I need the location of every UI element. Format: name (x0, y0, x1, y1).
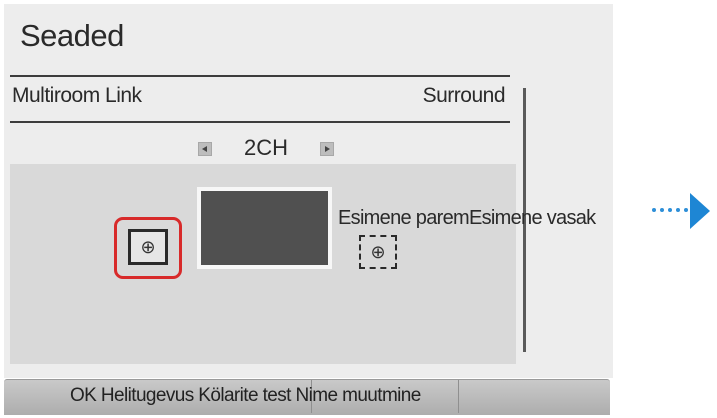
mode-prev-icon[interactable] (198, 142, 212, 156)
dot (652, 208, 656, 212)
dot (668, 208, 672, 212)
dot (676, 208, 680, 212)
title-divider (10, 75, 510, 77)
menu-row-label[interactable]: Multiroom Link (12, 84, 142, 108)
speaker-icon: ⊕ (370, 241, 386, 262)
tv-icon (197, 187, 332, 269)
bar-separator (458, 380, 459, 413)
dot (660, 208, 664, 212)
screen: Seaded Multiroom Link Surround 2CH ⊕ Esi… (0, 0, 717, 418)
page-title: Seaded (20, 18, 124, 53)
speaker-icon: ⊕ (140, 236, 156, 257)
dot (684, 208, 688, 212)
speaker-right-button[interactable]: ⊕ (359, 235, 397, 269)
mode-next-icon[interactable] (320, 142, 334, 156)
row-divider (10, 121, 510, 123)
mode-value: 2CH (243, 135, 288, 160)
arrow-right-icon (690, 193, 710, 229)
speaker-label: Esimene paremEsimene vasak (338, 207, 596, 229)
bottom-bar-text[interactable]: OK Helitugevus Kölarite test Nime muutmi… (70, 385, 421, 407)
speaker-left-button[interactable]: ⊕ (128, 229, 168, 265)
dotted-line-icon (652, 208, 688, 212)
menu-row-value[interactable]: Surround (400, 84, 506, 108)
